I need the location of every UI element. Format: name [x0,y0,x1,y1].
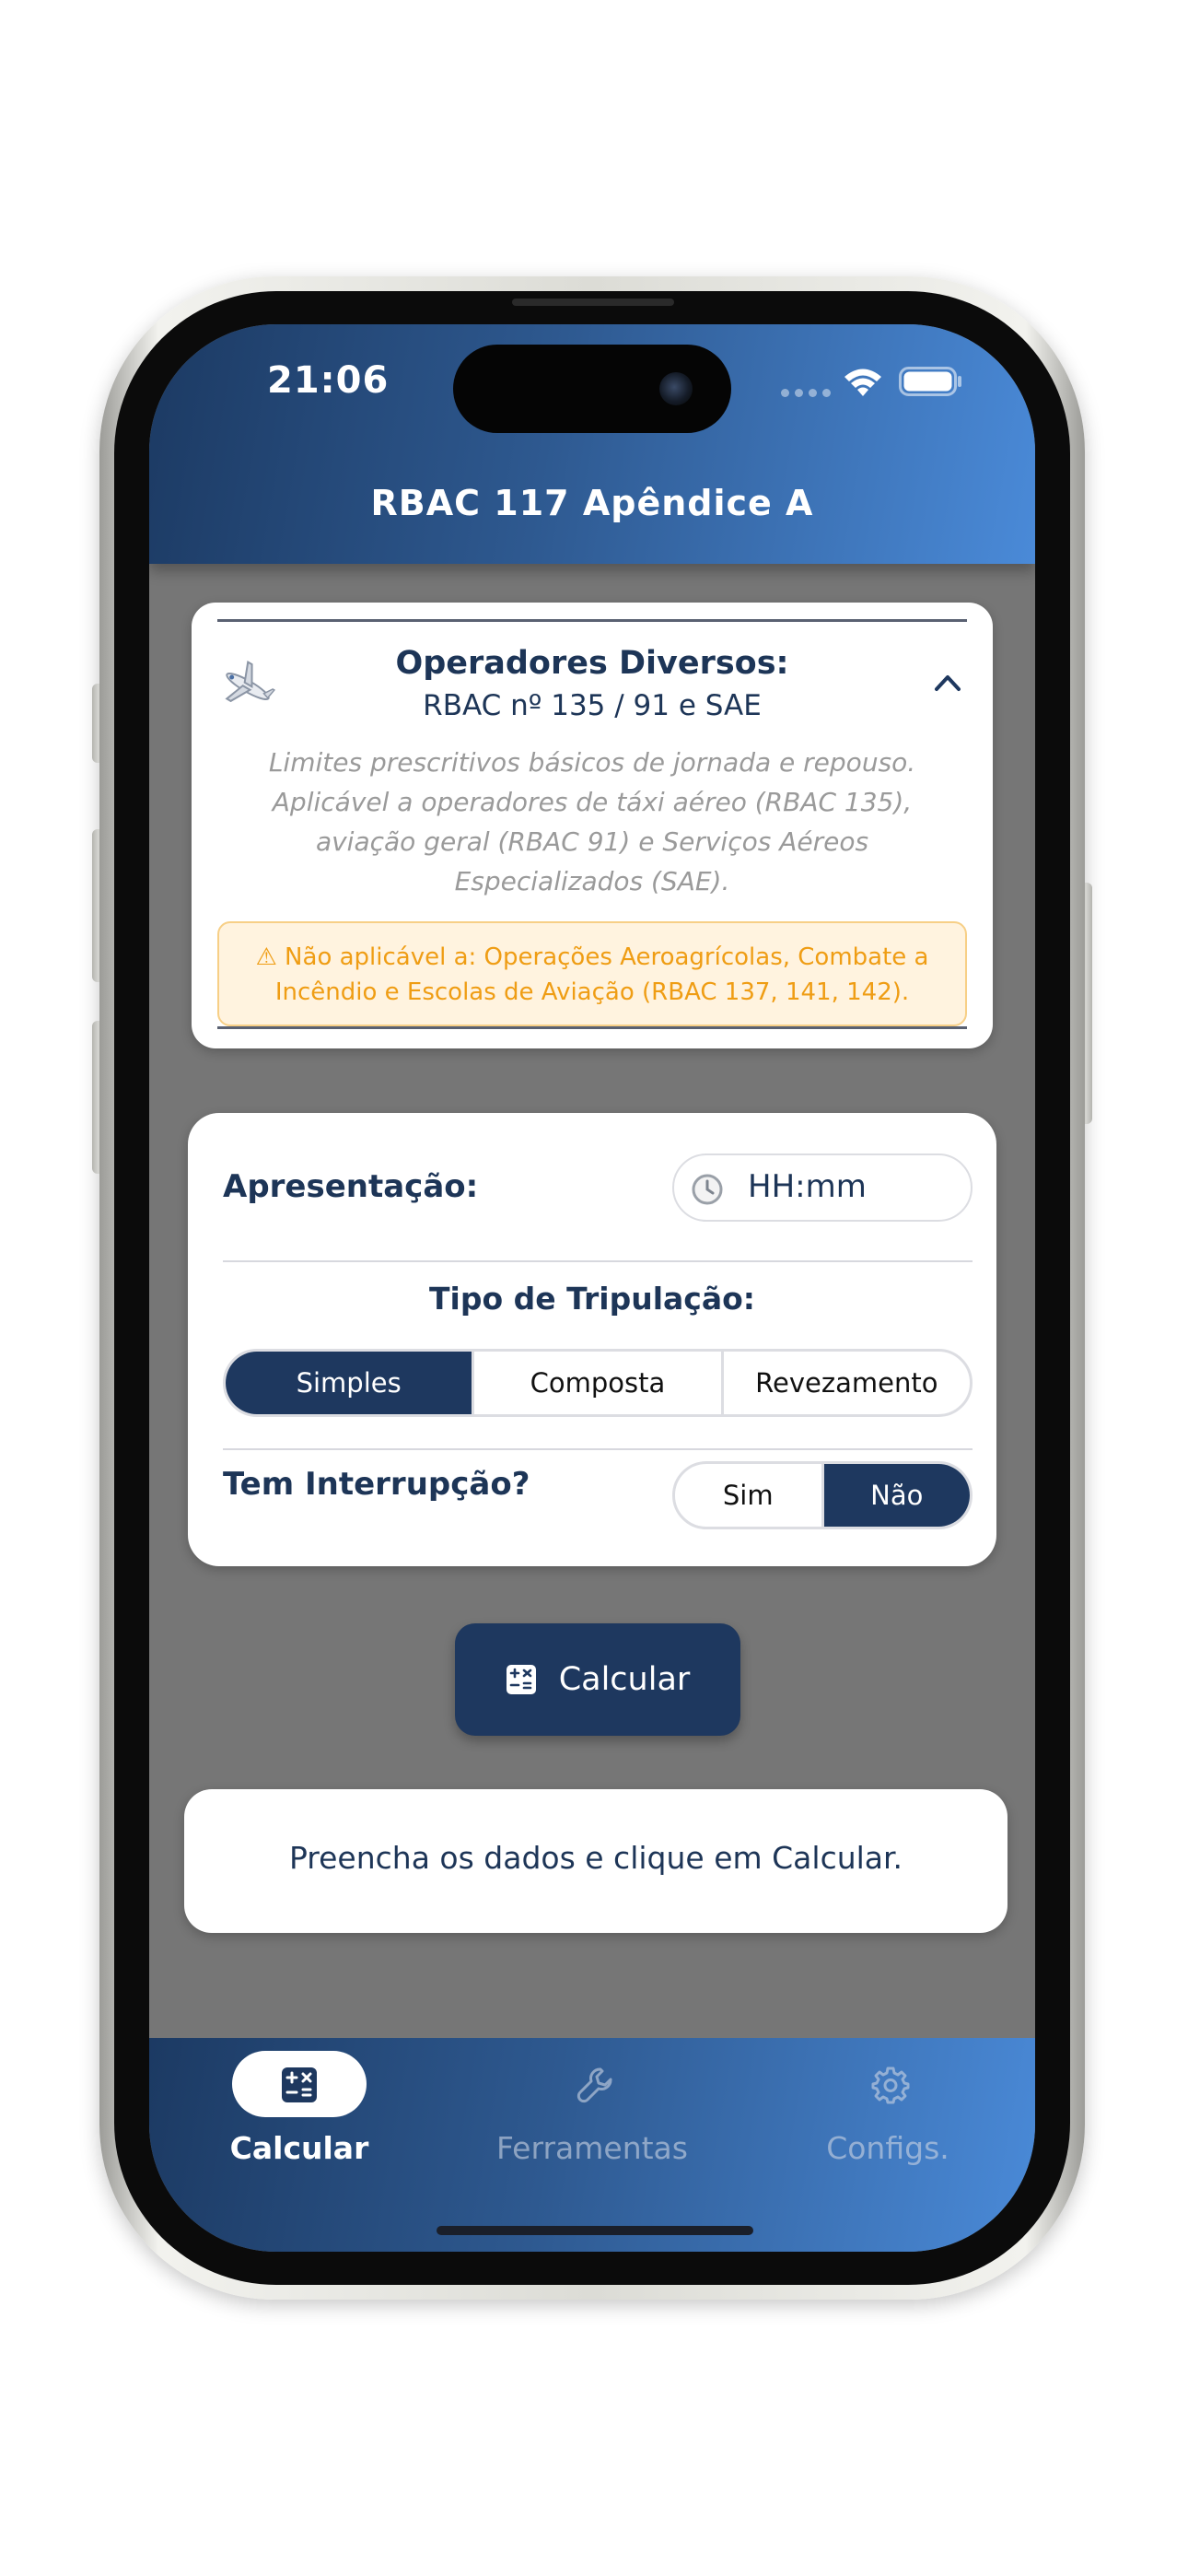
gear-icon [871,2067,910,2104]
status-time: 21:06 [267,359,390,402]
app-header: 21:06 RBAC 117 Apêndice A [149,324,1035,564]
operator-subheading: RBAC nº 135 / 91 e SAE [423,689,762,722]
operator-info-card[interactable]: Operadores Diversos: RBAC nº 135 / 91 e … [192,603,993,1048]
device-stage: 21:06 RBAC 117 Apêndice A Operadores Div… [0,0,1188,2576]
result-message: Preencha os dados e clique em Calcular. [288,1840,903,1876]
option-revezamento[interactable]: Revezamento [724,1352,970,1414]
tipo-tripulacao-label: Tipo de Tripulação: [429,1281,755,1317]
nav-label-ferramentas: Ferramentas [496,2130,688,2166]
form-divider [223,1260,973,1262]
card-bottom-rule [217,1026,967,1029]
battery-icon [899,367,961,396]
nav-item-configs[interactable]: Configs. [740,2038,1035,2204]
nav-label-configs: Configs. [826,2130,949,2166]
apresentacao-label: Apresentação: [223,1168,479,1205]
nav-item-calcular[interactable]: Calcular [149,2038,444,2204]
clock-icon [692,1174,723,1205]
option-sim[interactable]: Sim [675,1464,824,1527]
interrupcao-segmented-control: Sim Não [672,1461,973,1529]
home-indicator[interactable] [437,2226,753,2235]
form-divider [223,1448,973,1450]
apresentacao-time-input[interactable]: HH:mm [672,1153,973,1222]
option-composta[interactable]: Composta [474,1352,724,1414]
card-top-rule [217,619,967,622]
interrupcao-label: Tem Interrupção? [223,1466,530,1503]
nav-label-calcular: Calcular [229,2130,369,2166]
time-input-placeholder: HH:mm [748,1168,867,1205]
operator-description: Limites prescritivos básicos de jornada … [268,747,916,896]
calculator-icon [506,1665,536,1694]
calculator-icon [282,2067,317,2102]
bottom-navigation: Calcular Ferramentas Configs. [149,2038,1035,2252]
front-camera-icon [659,372,693,405]
operator-heading: Operadores Diversos: [395,645,789,682]
option-simples[interactable]: Simples [226,1352,475,1414]
calculate-button-label: Calcular [558,1661,691,1698]
app-screen: 21:06 RBAC 117 Apêndice A Operadores Div… [149,324,1035,2252]
app-title: RBAC 117 Apêndice A [370,483,814,523]
wifi-icon [844,369,881,396]
cellular-signal-icon [781,389,831,397]
tripulacao-segmented-control: Simples Composta Revezamento [223,1349,973,1417]
earpiece-speaker [512,299,674,306]
not-applicable-warning: ⚠ Não aplicável a: Operações Aeroagrícol… [217,921,967,1026]
nav-item-ferramentas[interactable]: Ferramentas [445,2038,740,2204]
calculate-button[interactable]: Calcular [455,1623,740,1736]
result-card: Preencha os dados e clique em Calcular. [184,1789,1007,1933]
wrench-icon [577,2067,612,2103]
calculation-form-card: Apresentação: HH:mm Tipo de Tripulação: … [188,1113,996,1566]
chevron-up-icon[interactable] [934,673,961,693]
option-nao[interactable]: Não [823,1464,970,1527]
dynamic-island [453,345,731,433]
